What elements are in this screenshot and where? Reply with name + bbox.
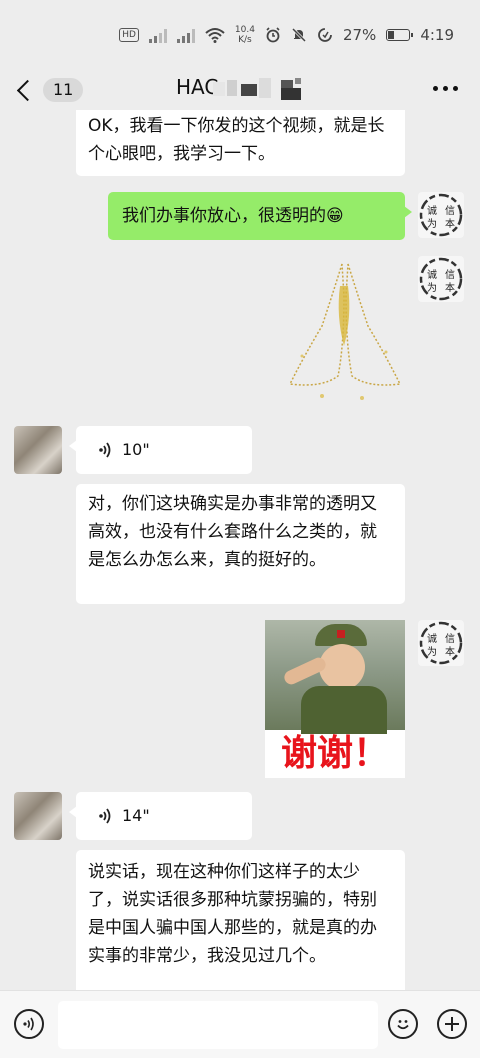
chat-title: HAC <box>176 75 219 99</box>
voice-duration: 10" <box>122 440 150 459</box>
voice-wave-icon <box>99 442 111 458</box>
mute-bell-icon <box>291 27 307 43</box>
praying-hands-icon <box>288 263 402 400</box>
message-bubble-incoming[interactable]: 对，你们这块确实是办事非常的透明又高效，也没有什么套路什么之类的，就是怎么办怎么… <box>76 484 405 604</box>
voice-message-bubble[interactable]: 10" <box>69 426 252 474</box>
voice-message-bubble[interactable]: 14" <box>69 792 252 840</box>
seal-char-4: 本 <box>445 645 455 658</box>
my-avatar[interactable]: 诚 信 为 本 <box>418 192 464 238</box>
seal-char-4: 本 <box>445 217 455 230</box>
seal-char-2: 信 <box>445 205 455 217</box>
message-bubble-outgoing[interactable]: 我们办事你放心，很透明的😁 <box>108 192 412 240</box>
more-functions-button[interactable] <box>437 1009 467 1039</box>
alarm-icon <box>266 27 280 43</box>
my-avatar[interactable]: 诚 信 为 本 <box>418 620 464 666</box>
battery-percent: 27% <box>342 26 377 44</box>
net-speed-value: 10.4 <box>234 25 255 35</box>
unread-count-badge: 11 <box>43 78 84 102</box>
voice-duration: 14" <box>122 806 150 825</box>
voice-input-button[interactable] <box>14 1009 44 1039</box>
salute-photo <box>265 620 405 734</box>
message-bubble-incoming[interactable]: 说实话，现在这种你们这样子的太少了，说实话很多那种坑蒙拐骗的，特别是中国人骗中国… <box>76 850 405 990</box>
signal-icon-1 <box>148 27 167 43</box>
seal-char-1: 诚 <box>427 205 437 217</box>
hd-voice-icon: HD <box>119 28 139 42</box>
chat-header: 11 HAC <box>0 70 480 110</box>
emoji-button[interactable] <box>388 1009 418 1039</box>
seal-char-2: 信 <box>445 269 455 281</box>
status-bar: HD 10.4 K/s 27% 4:19 <box>0 0 480 70</box>
status-icons: HD 10.4 K/s 27% 4:19 <box>119 25 454 45</box>
redacted-title-mosaic <box>213 76 308 104</box>
message-text: 我们办事你放心，很透明的😁 <box>122 206 344 226</box>
data-saver-icon <box>318 28 332 42</box>
praying-hands-sticker[interactable] <box>282 256 408 406</box>
seal-char-3: 为 <box>427 218 437 230</box>
clock-time: 4:19 <box>420 26 454 44</box>
message-text: 对，你们这块确实是办事非常的透明又高效，也没有什么套路什么之类的，就是怎么办怎么… <box>88 494 377 570</box>
message-text: 说实话，现在这种你们这样子的太少了，说实话很多那种坑蒙拐骗的，特别是中国人骗中国… <box>88 862 377 966</box>
message-text: OK，我看一下你发的这个视频，就是长个心眼吧，我学习一下。 <box>88 116 385 164</box>
thanks-caption: 谢谢！ <box>280 733 389 774</box>
chevron-left-icon <box>16 79 39 101</box>
my-avatar[interactable]: 诚 信 为 本 <box>418 256 464 302</box>
seal-char-3: 为 <box>427 646 437 658</box>
peer-avatar[interactable] <box>14 426 62 474</box>
net-speed: 10.4 K/s <box>235 25 255 45</box>
seal-char-3: 为 <box>427 282 437 294</box>
seal-char-4: 本 <box>445 281 455 294</box>
net-speed-unit: K/s <box>238 35 252 45</box>
seal-char-1: 诚 <box>427 633 437 645</box>
voice-wave-icon <box>99 808 111 824</box>
peer-avatar[interactable] <box>14 792 62 840</box>
more-options-button[interactable] <box>433 86 458 91</box>
wifi-icon <box>205 28 225 43</box>
seal-avatar-icon: 诚 信 为 本 <box>419 621 463 665</box>
seal-avatar-icon: 诚 信 为 本 <box>419 193 463 237</box>
back-button[interactable]: 11 <box>14 74 84 106</box>
plus-icon <box>445 1017 459 1031</box>
seal-char-1: 诚 <box>427 269 437 281</box>
voice-icon <box>23 1017 34 1031</box>
message-input[interactable] <box>58 1001 378 1049</box>
message-list[interactable]: OK，我看一下你发的这个视频，就是长个心眼吧，我学习一下。 我们办事你放心，很透… <box>0 110 480 990</box>
smiley-icon <box>397 1020 409 1030</box>
seal-avatar-icon: 诚 信 为 本 <box>419 257 463 301</box>
seal-char-2: 信 <box>445 633 455 645</box>
message-bubble-incoming[interactable]: OK，我看一下你发的这个视频，就是长个心眼吧，我学习一下。 <box>76 110 405 176</box>
signal-icon-2 <box>176 27 195 43</box>
battery-icon <box>386 29 414 41</box>
salute-thanks-sticker[interactable]: 谢谢！ <box>265 620 405 778</box>
input-bar <box>0 990 480 1058</box>
